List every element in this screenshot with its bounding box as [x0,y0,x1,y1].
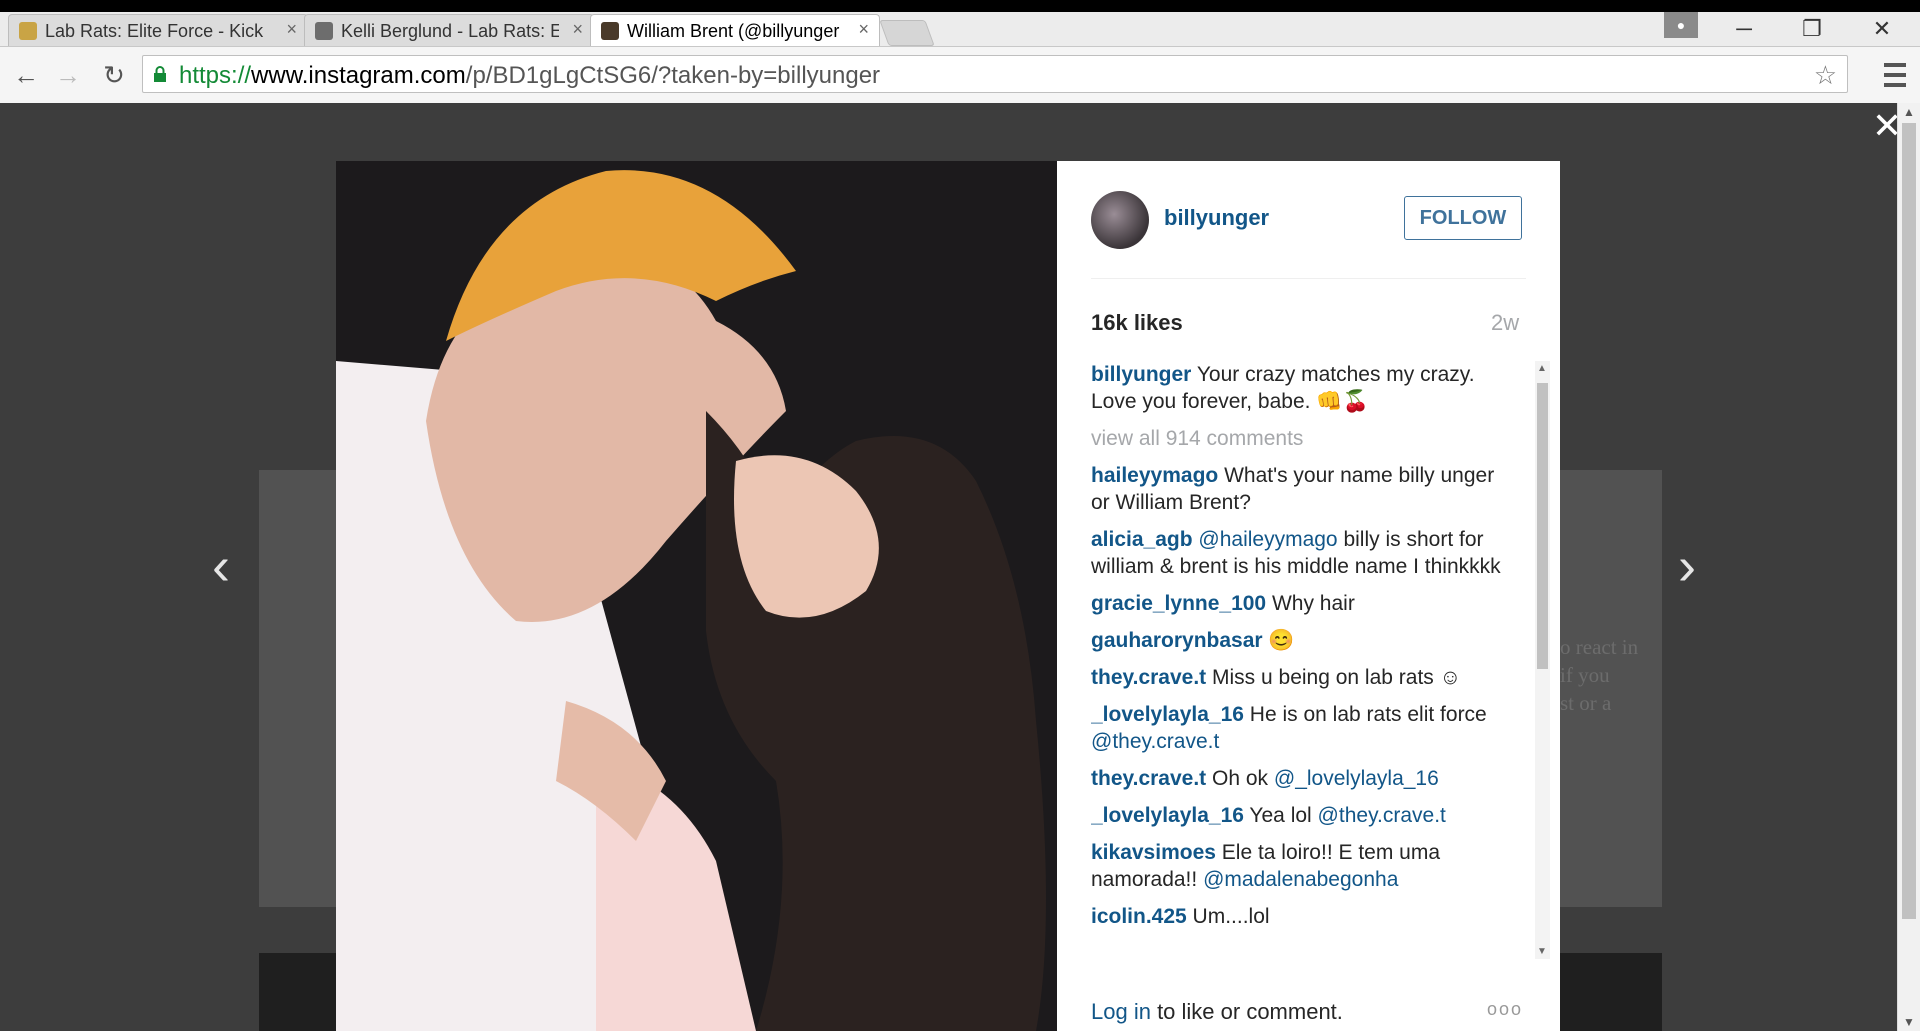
comment-text: Miss u being on lab rats ☺ [1206,666,1462,689]
follow-button[interactable]: FOLLOW [1404,196,1522,240]
comment: gauharorynbasar 😊 [1091,627,1501,654]
bg-line: if you [1560,663,1610,687]
url-scheme: https:// [179,62,252,89]
shield-favicon-icon [19,22,37,40]
comment-mention[interactable]: @they.crave.t [1091,730,1219,753]
window-close-icon[interactable]: ✕ [1854,12,1910,46]
background-photo-left [259,470,339,907]
scroll-up-icon[interactable]: ▲ [1537,363,1547,374]
comment-text: Oh ok [1206,767,1269,790]
tab-lab-rats[interactable]: Lab Rats: Elite Force - Kick × [8,14,308,46]
more-options-icon[interactable]: ooo [1487,999,1523,1020]
comment: haileyymago What's your name billy unger… [1091,462,1501,516]
tab-close-icon[interactable]: × [572,19,583,40]
comment-username[interactable]: they.crave.t [1091,666,1206,689]
login-link[interactable]: Log in [1091,999,1151,1024]
lock-icon [154,66,166,82]
comment-username[interactable]: icolin.425 [1091,905,1187,928]
address-bar[interactable]: https://www.instagram.com/p/BD1gLgCtSG6/… [142,55,1848,93]
background-photo-bottom-left [259,953,339,1031]
comment-text: Um....lol [1186,905,1270,928]
login-prompt: Log in to like or comment. [1091,999,1343,1025]
tab-close-icon[interactable]: × [286,19,297,40]
comment: they.crave.t Miss u being on lab rats ☺ [1091,664,1501,691]
minimize-icon[interactable]: ─ [1716,12,1772,46]
comment: icolin.425 Um....lol [1091,903,1501,930]
photo-illustration [336,161,1057,1031]
caption: billyunger Your crazy matches my crazy. … [1091,361,1501,415]
background-caption-text: o react in if you st or a [1560,633,1650,717]
post-photo [336,161,1057,1031]
comment-username[interactable]: _lovelylayla_16 [1091,703,1244,726]
url-path: /p/BD1gLgCtSG6/?taken-by=billyunger [465,62,881,89]
comment-text: He is on lab rats elit force [1243,703,1487,726]
scroll-down-icon[interactable]: ▼ [1537,946,1547,957]
view-all-comments-link[interactable]: view all 914 comments [1091,425,1501,452]
login-prompt-text: to like or comment. [1150,999,1343,1024]
comment-mention[interactable]: @haileyymago [1193,528,1337,551]
forward-icon[interactable]: → [52,59,84,91]
comment-username[interactable]: gracie_lynne_100 [1091,592,1266,615]
browser-toolbar: ← → ↻ https://www.instagram.com/p/BD1gLg… [0,47,1920,104]
window-title-bar [0,0,1920,12]
instagram-favicon-icon [601,22,619,40]
comment-username[interactable]: kikavsimoes [1091,841,1216,864]
post-age[interactable]: 2w [1491,310,1519,336]
comment-mention[interactable]: @madalenabegonha [1197,868,1398,891]
wiki-favicon-icon [315,22,333,40]
tab-title: Kelli Berglund - Lab Rats: E [341,21,559,41]
comments-scrollbar[interactable]: ▲ ▼ [1535,361,1550,959]
scroll-down-icon[interactable]: ▼ [1903,1015,1915,1029]
reload-icon[interactable]: ↻ [98,59,130,91]
page-scrollbar-thumb[interactable] [1902,123,1916,919]
tab-kelli-berglund[interactable]: Kelli Berglund - Lab Rats: E × [304,14,594,46]
comment: alicia_agb @haileyymago billy is short f… [1091,526,1501,580]
restore-icon[interactable]: ❐ [1784,12,1840,46]
comment-mention[interactable]: @they.crave.t [1312,804,1446,827]
tab-title: William Brent (@billyunger [627,21,840,41]
bookmark-star-icon[interactable]: ☆ [1814,60,1837,91]
comment-text: Yea lol [1243,804,1312,827]
comment: _lovelylayla_16 He is on lab rats elit f… [1091,701,1501,755]
comment: kikavsimoes Ele ta loiro!! E tem uma nam… [1091,839,1501,893]
chevron-left-icon[interactable]: ‹ [212,536,230,596]
back-icon[interactable]: ← [10,59,42,91]
browser-menu-icon[interactable] [1880,57,1910,91]
comment-text: 😊 [1262,629,1295,652]
comments-list[interactable]: billyunger Your crazy matches my crazy. … [1091,361,1501,965]
comment-username[interactable]: _lovelylayla_16 [1091,804,1244,827]
comment-username[interactable]: gauharorynbasar [1091,629,1263,652]
avatar[interactable] [1091,191,1149,249]
page-scrollbar[interactable]: ▲ ▼ [1897,103,1920,1031]
post-sidebar: billyunger FOLLOW 16k likes 2w billyunge… [1057,161,1560,1031]
url-text: https://www.instagram.com/p/BD1gLgCtSG6/… [179,62,880,90]
profile-icon[interactable]: ● [1664,12,1698,38]
comment: they.crave.t Oh ok @_lovelylayla_16 [1091,765,1501,792]
scroll-up-icon[interactable]: ▲ [1903,105,1915,119]
background-photo-bottom-right [1556,953,1662,1031]
comment-mention[interactable]: @_lovelylayla_16 [1268,767,1439,790]
tab-close-icon[interactable]: × [858,19,869,40]
url-host: www.instagram.com [251,62,466,89]
comment: gracie_lynne_100 Why hair [1091,590,1501,617]
new-tab-button[interactable] [879,20,935,46]
divider [1091,278,1526,279]
chevron-right-icon[interactable]: › [1678,536,1696,596]
comment-username[interactable]: alicia_agb [1091,528,1193,551]
tab-title: Lab Rats: Elite Force - Kick [45,21,264,41]
bg-line: o react in [1560,635,1639,659]
comment-username[interactable]: they.crave.t [1091,767,1206,790]
comments-scrollbar-thumb[interactable] [1537,383,1548,669]
tab-strip: Lab Rats: Elite Force - Kick × Kelli Ber… [0,12,1920,47]
comment-username[interactable]: haileyymago [1091,464,1218,487]
tab-instagram[interactable]: William Brent (@billyunger × [590,14,880,46]
bg-line: st or a [1560,691,1612,715]
likes-count[interactable]: 16k likes [1091,310,1183,336]
comment-username[interactable]: billyunger [1091,363,1191,386]
post-username-link[interactable]: billyunger [1164,205,1269,231]
comment-text: Why hair [1266,592,1355,615]
comment: _lovelylayla_16 Yea lol @they.crave.t [1091,802,1501,829]
